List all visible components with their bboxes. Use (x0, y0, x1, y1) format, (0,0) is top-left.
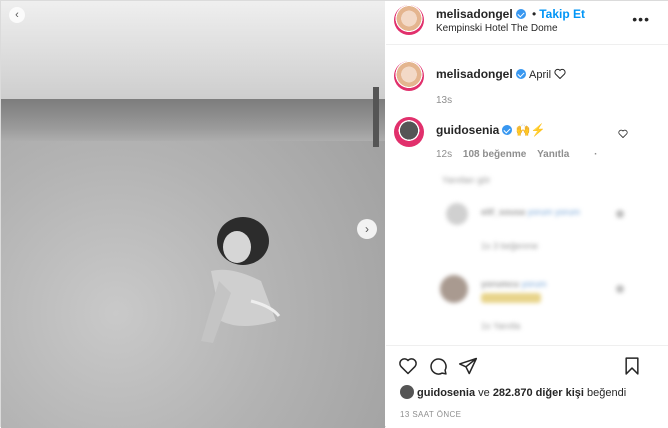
liker-username[interactable]: guidosenia (417, 387, 475, 399)
post-photo[interactable]: ‹ › (1, 1, 385, 428)
caption-text: April (529, 69, 552, 81)
comment-likes-count[interactable]: 108 beğenme (463, 149, 526, 160)
comments-list: melisadongel April 13s guidosenia 🙌⚡ 12s… (386, 45, 668, 345)
emoji-hands-icon: 🙌 (515, 123, 531, 137)
reply-text: yorum (521, 279, 547, 289)
reply-text: yorum yorum (527, 207, 581, 217)
comment-meta: 12s 108 beğenme Yanıtla · (436, 149, 597, 160)
post-modal: ‹ › melisadongel • Takip Et Kempinski Hot… (0, 0, 668, 428)
liker-avatar[interactable] (400, 385, 414, 399)
verified-badge-icon (502, 125, 513, 135)
post-header: melisadongel • Takip Et Kempinski Hotel T… (386, 1, 668, 45)
reply-like-heart-icon[interactable] (616, 285, 624, 293)
reply-avatar[interactable] (440, 275, 468, 303)
header-title-row: melisadongel • Takip Et (436, 7, 585, 21)
likes-connector: ve (478, 387, 490, 399)
reply-meta: 1s 3 beğenme (481, 241, 539, 251)
reply-row: elif_sousa yorum yorum (481, 207, 580, 217)
likes-count[interactable]: 282.870 diğer kişi (493, 387, 584, 399)
likes-summary: guidosenia ve 282.870 diğer kişi beğendi (400, 385, 626, 399)
comment-username[interactable]: guidosenia (436, 123, 499, 137)
next-photo-icon[interactable]: › (357, 219, 377, 239)
reply-username[interactable]: yorumcu (481, 279, 519, 289)
caption-username[interactable]: melisadongel (436, 67, 513, 81)
post-sidebar: melisadongel • Takip Et Kempinski Hotel T… (386, 1, 668, 428)
reply-meta: 1s Yanıtla (481, 321, 521, 331)
paper-plane-icon[interactable] (458, 356, 478, 376)
follow-separator: • (532, 7, 537, 21)
emoji-lightning-icon: ⚡ (530, 123, 546, 137)
verified-badge-icon (515, 69, 526, 79)
heart-emoji-icon (554, 68, 566, 80)
author-username[interactable]: melisadongel (436, 7, 513, 21)
view-replies-link[interactable]: Yanıtları gör (442, 175, 490, 185)
photo-sea (1, 99, 385, 147)
post-location[interactable]: Kempinski Hotel The Dome (436, 23, 558, 34)
caption-time[interactable]: 13s (436, 95, 452, 106)
comment-options-icon[interactable]: · (594, 149, 597, 160)
reply-emoji-row (481, 293, 541, 303)
previous-photo-icon[interactable]: ‹ (9, 7, 25, 23)
reply-button[interactable]: Yanıtla (537, 149, 569, 160)
likes-verb: beğendi (587, 387, 627, 399)
verified-badge-icon (515, 9, 526, 19)
reply-username[interactable]: elif_sousa (481, 207, 525, 217)
comment-avatar[interactable] (394, 117, 424, 147)
author-avatar[interactable] (394, 5, 424, 35)
reply-avatar[interactable] (446, 203, 468, 225)
comment-icon[interactable] (428, 356, 448, 376)
photo-sky (1, 1, 385, 101)
follow-button[interactable]: Takip Et (539, 7, 585, 21)
photo-pier-pole (373, 87, 379, 147)
caption-row: melisadongel April (436, 67, 566, 81)
reply-like-heart-icon[interactable] (616, 210, 624, 218)
heart-icon[interactable] (398, 356, 418, 376)
bookmark-icon[interactable] (622, 356, 642, 376)
reply-row: yorumcu yorum (481, 279, 547, 289)
more-horizontal-icon[interactable]: ••• (632, 11, 650, 27)
photo-subject (201, 217, 281, 343)
action-bar: guidosenia ve 282.870 diğer kişi beğendi… (386, 345, 668, 428)
comment-row: guidosenia 🙌⚡ (436, 123, 546, 137)
comment-time[interactable]: 12s (436, 149, 452, 160)
caption-avatar[interactable] (394, 61, 424, 91)
post-timestamp[interactable]: 13 SAAT ÖNCE (400, 410, 461, 419)
comment-like-heart-icon[interactable] (618, 129, 628, 138)
